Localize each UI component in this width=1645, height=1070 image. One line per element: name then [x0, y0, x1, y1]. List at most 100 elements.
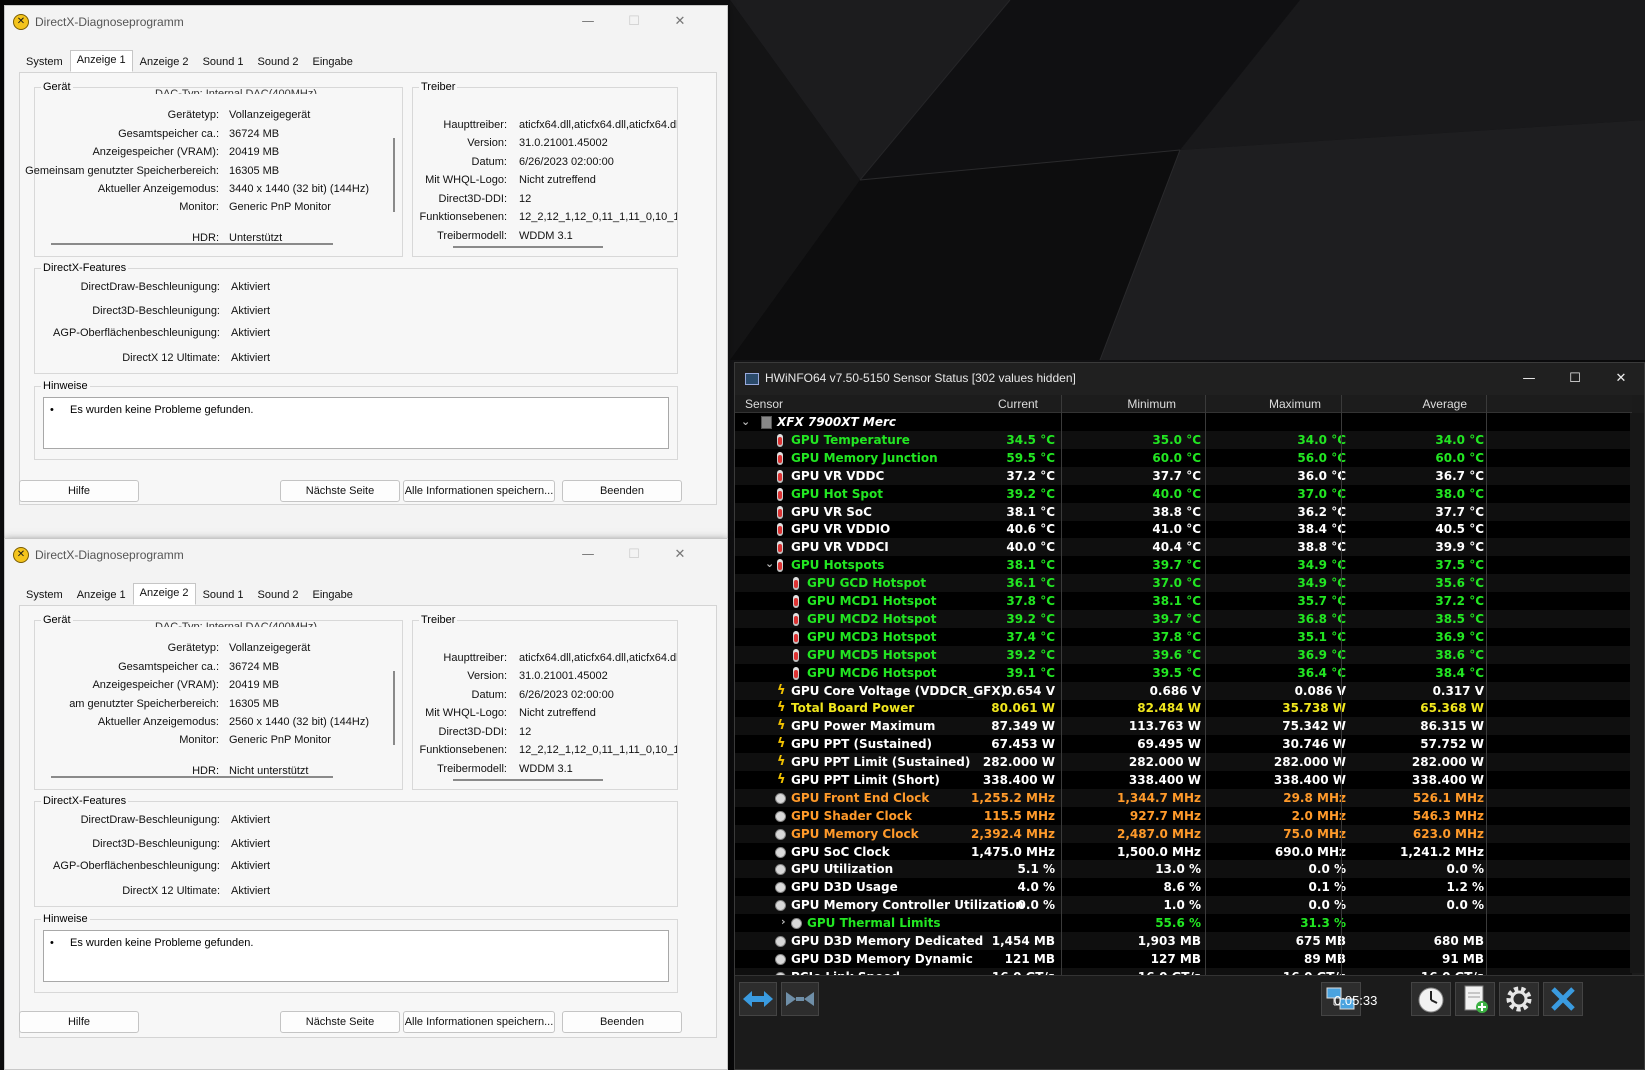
sensor-row[interactable]: ϟ GPU Power Maximum 86.315 W 75.342 W 113.76…	[735, 717, 1632, 735]
settings-button[interactable]	[1499, 982, 1539, 1016]
maximize-button[interactable]: ☐	[611, 10, 657, 34]
notes-group: Hinweise • Es wurden keine Probleme gefund…	[34, 380, 678, 460]
sensor-row[interactable]: GPU Front End Clock 526.1 MHz 29.8 MHz 1,34…	[735, 789, 1632, 807]
close-button[interactable]: ✕	[1598, 367, 1644, 391]
device-group-row[interactable]: ⌄ XFX 7900XT Merc	[735, 413, 1632, 431]
device-hscrollbar[interactable]	[51, 243, 333, 245]
sensor-scrollbar[interactable]	[1630, 413, 1644, 973]
close-button[interactable]: ✕	[657, 543, 703, 567]
chevron-down-icon[interactable]: ⌄	[741, 415, 750, 428]
help-button[interactable]: Hilfe	[19, 1011, 139, 1033]
sensor-row[interactable]: GPU GCD Hotspot 35.6 °C 34.9 °C 37.0 °C 36.1…	[735, 574, 1632, 592]
tab-anzeige-1[interactable]: Anzeige 1	[69, 50, 133, 72]
column-maximum[interactable]: Maximum	[1269, 397, 1321, 411]
column-sensor[interactable]: Sensor	[745, 397, 783, 411]
device-label: Monitor:	[179, 734, 219, 746]
tab-eingabe[interactable]: Eingabe	[306, 585, 360, 605]
driver-value: 6/26/2023 02:00:00	[519, 689, 614, 701]
notes-textbox[interactable]: • Es wurden keine Probleme gefunden.	[43, 397, 669, 449]
driver-hscrollbar[interactable]	[453, 779, 603, 781]
sensor-row[interactable]: GPU VR VDDIO 40.5 °C 38.4 °C 41.0 °C 40.6 °C	[735, 520, 1632, 538]
device-vscrollbar[interactable]	[393, 138, 395, 212]
sensor-row[interactable]: ϟ GPU PPT (Sustained) 57.752 W 30.746 W 69.4…	[735, 735, 1632, 753]
device-label: Gesamtspeicher ca.:	[118, 661, 219, 673]
exit-button[interactable]: Beenden	[562, 1011, 682, 1033]
chevron-right-icon[interactable]: ›	[781, 915, 786, 928]
sensor-row[interactable]: GPU D3D Memory Dynamic 91 MB 89 MB 127 MB 12…	[735, 950, 1632, 968]
minimize-button[interactable]: —	[565, 543, 611, 567]
tab-sound-2[interactable]: Sound 2	[251, 585, 306, 605]
close-button[interactable]: ✕	[657, 10, 703, 34]
sensor-row[interactable]: GPU Shader Clock 546.3 MHz 2.0 MHz 927.7 MH…	[735, 807, 1632, 825]
logging-button[interactable]	[1455, 982, 1495, 1016]
sensor-row[interactable]: GPU VR SoC 37.7 °C 36.2 °C 38.8 °C 38.1 °C	[735, 503, 1632, 521]
sensor-row[interactable]: GPU MCD3 Hotspot 36.9 °C 35.1 °C 37.8 °C 37.…	[735, 628, 1632, 646]
next-page-button[interactable]: Nächste Seite	[280, 1011, 400, 1033]
tab-system[interactable]: System	[19, 52, 70, 72]
sensor-row[interactable]: ϟ GPU PPT Limit (Sustained) 282.000 W 282.0…	[735, 753, 1632, 771]
sensor-row[interactable]: GPU Memory Junction 60.0 °C 56.0 °C 60.0 °C…	[735, 449, 1632, 467]
sensor-name: GPU VR VDDC	[791, 469, 885, 483]
column-average[interactable]: Average	[1423, 397, 1467, 411]
close-sensors-button[interactable]	[1543, 982, 1583, 1016]
sensor-row[interactable]: › GPU Thermal Limits 31.3 % 55.6 %	[735, 914, 1632, 932]
device-value: 3440 x 1440 (32 bit) (144Hz)	[229, 183, 370, 195]
driver-label: Treibermodell:	[437, 763, 507, 775]
sensor-row[interactable]: ⌄ GPU Hotspots 37.5 °C 34.9 °C 39.7 °C 38.1 °…	[735, 556, 1632, 574]
help-button[interactable]: Hilfe	[19, 480, 139, 502]
sensor-row[interactable]: GPU MCD1 Hotspot 37.2 °C 35.7 °C 38.1 °C 37.…	[735, 592, 1632, 610]
sensor-name: GPU Hotspots	[791, 558, 885, 572]
sensor-row[interactable]: GPU Utilization 0.0 % 0.0 % 13.0 % 5.1 %	[735, 860, 1632, 878]
chevron-down-icon[interactable]: ⌄	[765, 557, 774, 570]
next-page-button[interactable]: Nächste Seite	[280, 480, 400, 502]
maximize-button[interactable]: ☐	[611, 543, 657, 567]
clock-button[interactable]	[1411, 982, 1451, 1016]
device-vscrollbar[interactable]	[393, 671, 395, 745]
tab-system[interactable]: System	[19, 585, 70, 605]
sensor-row[interactable]: GPU Memory Clock 623.0 MHz 75.0 MHz 2,487.0…	[735, 825, 1632, 843]
device-hscrollbar[interactable]	[51, 776, 333, 778]
sensor-row[interactable]: GPU Hot Spot 38.0 °C 37.0 °C 40.0 °C 39.2 °C	[735, 485, 1632, 503]
sensor-row[interactable]: ϟ GPU PPT Limit (Short) 338.400 W 338.400 W…	[735, 771, 1632, 789]
driver-hscrollbar[interactable]	[453, 246, 603, 248]
current-value: 38.6 °C	[1435, 648, 1484, 662]
column-current[interactable]: Current	[998, 397, 1038, 411]
sensor-row[interactable]: GPU MCD5 Hotspot 38.6 °C 36.9 °C 39.6 °C 39.…	[735, 646, 1632, 664]
tab-sound-1[interactable]: Sound 1	[196, 52, 251, 72]
exit-button[interactable]: Beenden	[562, 480, 682, 502]
minimize-button[interactable]: —	[1506, 367, 1552, 391]
tab-anzeige-2[interactable]: Anzeige 2	[133, 52, 196, 72]
column-minimum[interactable]: Minimum	[1127, 397, 1176, 411]
sensor-row[interactable]: GPU Temperature 34.0 °C 34.0 °C 35.0 °C 34.5…	[735, 431, 1632, 449]
device-value: 16305 MB	[229, 165, 280, 177]
sensor-row[interactable]: GPU VR VDDCI 39.9 °C 38.8 °C 40.4 °C 40.0 °C	[735, 538, 1632, 556]
current-value: 91 MB	[1442, 952, 1484, 966]
sensor-row[interactable]: GPU MCD2 Hotspot 38.5 °C 36.8 °C 39.7 °C 39.…	[735, 610, 1632, 628]
sensor-row[interactable]: GPU SoC Clock 1,241.2 MHz 690.0 MHz 1,500.0…	[735, 843, 1632, 861]
sensor-row[interactable]: GPU MCD6 Hotspot 38.4 °C 36.4 °C 39.5 °C 39.…	[735, 664, 1632, 682]
sensor-name: GPU Shader Clock	[791, 809, 912, 823]
tab-eingabe[interactable]: Eingabe	[306, 52, 360, 72]
tab-sound-2[interactable]: Sound 2	[251, 52, 306, 72]
current-value: 57.752 W	[1420, 737, 1484, 751]
save-all-info-button[interactable]: Alle Informationen speichern...	[403, 480, 555, 502]
tab-sound-1[interactable]: Sound 1	[196, 585, 251, 605]
sensor-row[interactable]: GPU Memory Controller Utilization 0.0 % 0.…	[735, 896, 1632, 914]
save-all-info-button[interactable]: Alle Informationen speichern...	[403, 1011, 555, 1033]
sensor-row[interactable]: ϟ GPU Core Voltage (VDDCR_GFX) 0.317 V 0.08…	[735, 682, 1632, 700]
dac-type-partial: DAC-Typ: Internal DAC(400MHz)	[155, 621, 317, 627]
sensor-row[interactable]: GPU VR VDDC 36.7 °C 36.0 °C 37.7 °C 37.2 °C	[735, 467, 1632, 485]
sensor-row[interactable]: ϟ Total Board Power 65.368 W 35.738 W 82.484…	[735, 699, 1632, 717]
collapse-arrows-icon	[786, 992, 814, 1006]
clock-icon	[775, 847, 786, 858]
sensor-row[interactable]: GPU D3D Usage 1.2 % 0.1 % 8.6 % 4.0 %	[735, 878, 1632, 896]
navigate-arrows-button[interactable]	[739, 982, 777, 1016]
collapse-button[interactable]	[781, 982, 819, 1016]
notes-textbox[interactable]: • Es wurden keine Probleme gefunden.	[43, 930, 669, 982]
minimize-button[interactable]: —	[565, 10, 611, 34]
tab-anzeige-2[interactable]: Anzeige 2	[132, 583, 196, 605]
sensor-row[interactable]: GPU D3D Memory Dedicated 680 MB 675 MB 1,90…	[735, 932, 1632, 950]
tab-anzeige-1[interactable]: Anzeige 1	[70, 585, 133, 605]
maximize-button[interactable]: ☐	[1552, 367, 1598, 391]
dxdiag-titlebar: ✕ DirectX-Diagnoseprogramm — ☐ ✕	[5, 539, 727, 571]
